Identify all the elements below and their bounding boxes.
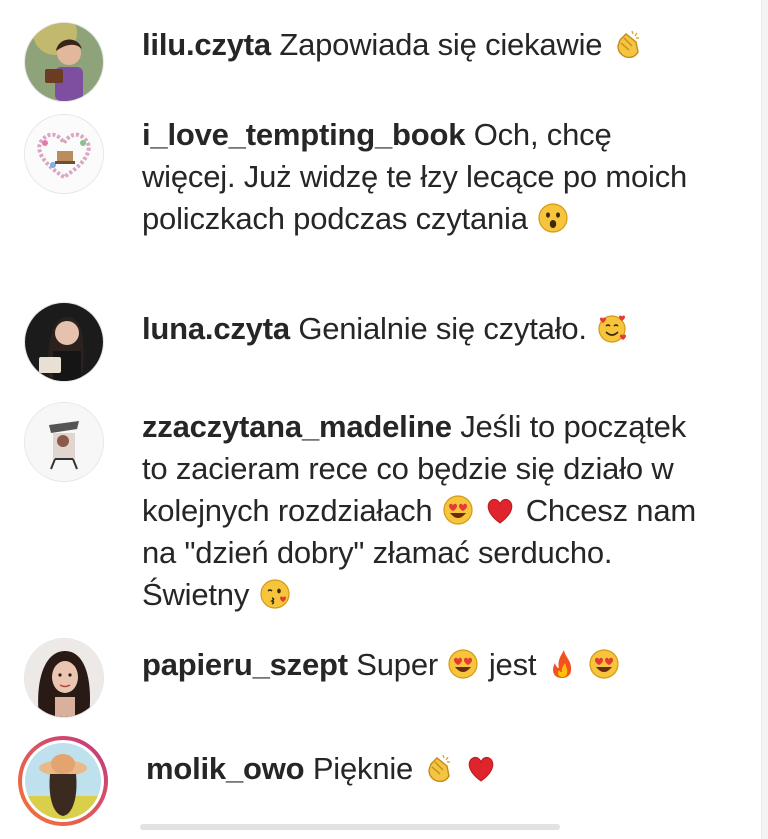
comment-username[interactable]: lilu.czyta (142, 27, 271, 62)
comment-username[interactable]: zzaczytana_madeline (142, 409, 452, 444)
smiling-face-with-hearts-icon (596, 312, 628, 344)
avatar[interactable] (24, 302, 104, 382)
comment-username[interactable]: i_love_tempting_book (142, 117, 465, 152)
fire-icon (546, 648, 578, 680)
next-comment-cutoff (140, 824, 560, 830)
comment-username[interactable]: molik_owo (146, 751, 305, 786)
comment-item: lilu.czyta Zapowiada się ciekawie (0, 20, 740, 104)
comment-text: jest (488, 647, 537, 682)
heart-eyes-face-icon (442, 494, 474, 526)
clapping-hands-icon (612, 28, 644, 60)
heart-eyes-face-icon (588, 648, 620, 680)
clapping-hands-icon (423, 752, 455, 784)
comment-text: Zapowiada się ciekawie (279, 27, 603, 62)
avatar[interactable] (24, 638, 104, 718)
comment-item: i_love_tempting_book Och, chcę więcej. J… (0, 110, 740, 290)
avatar[interactable] (24, 22, 104, 102)
comment-text: Pięknie (312, 751, 414, 786)
avatar[interactable] (24, 114, 104, 194)
red-heart-icon (465, 752, 497, 784)
red-heart-icon (484, 494, 516, 526)
comment-text: Genialnie się czytało. (298, 311, 587, 346)
comment-item: papieru_szept Super jest (0, 638, 740, 722)
astonished-face-icon (537, 202, 569, 234)
comment-text: Super (356, 647, 439, 682)
comment-username[interactable]: papieru_szept (142, 647, 348, 682)
scrollbar[interactable] (761, 0, 768, 839)
comment-item: luna.czyta Genialnie się czytało. (0, 298, 740, 384)
comment-username[interactable]: luna.czyta (142, 311, 290, 346)
avatar-story-ring[interactable] (16, 734, 110, 828)
comment-item: zzaczytana_madeline Jeśli to początek to… (0, 402, 740, 630)
avatar[interactable] (24, 402, 104, 482)
heart-eyes-face-icon (447, 648, 479, 680)
face-blowing-kiss-icon (259, 578, 291, 610)
comments-screen: { "comments": [ { "username": "lilu.czyt… (0, 0, 768, 839)
comment-item: molik_owo Pięknie (0, 734, 740, 826)
